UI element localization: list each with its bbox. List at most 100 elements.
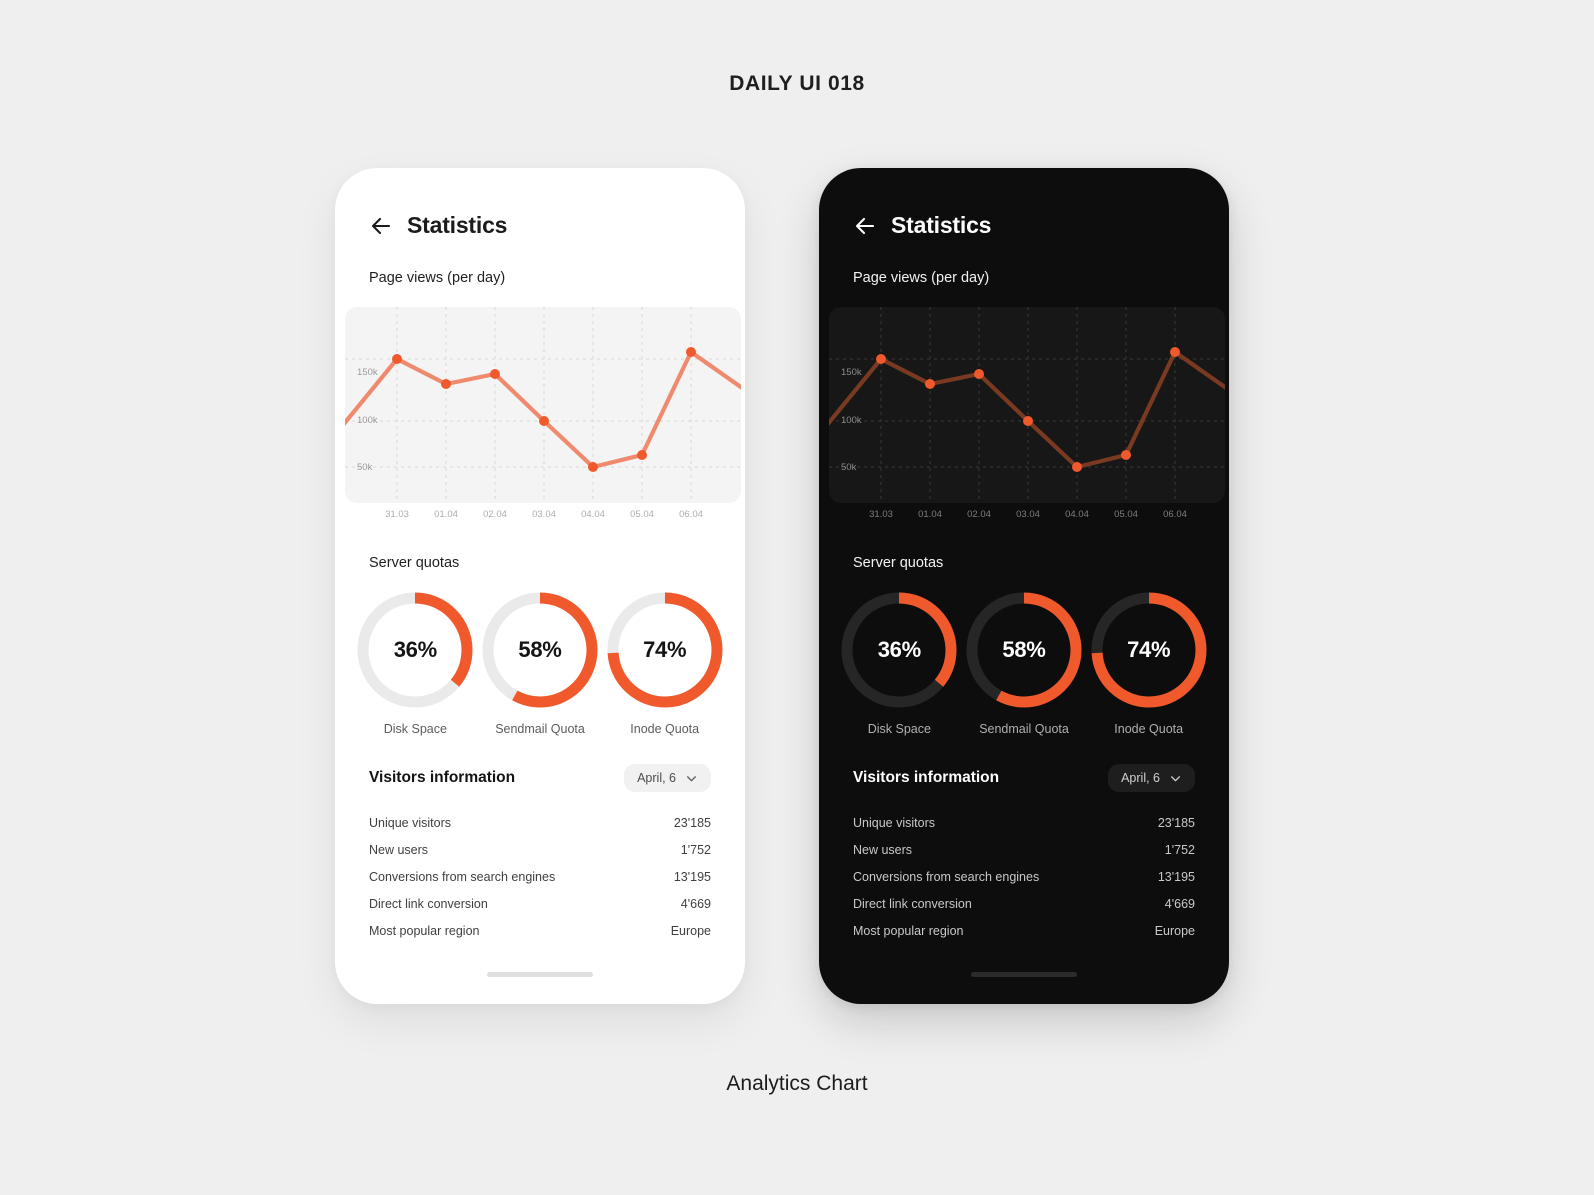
phone-dark-theme: Statistics Page views (per day) 150k 100… bbox=[819, 168, 1229, 1004]
chart-line bbox=[345, 349, 741, 470]
home-indicator[interactable] bbox=[971, 972, 1077, 977]
x-tick-label: 02.04 bbox=[967, 509, 991, 520]
arrow-left-icon[interactable] bbox=[853, 214, 877, 238]
pageviews-chart: 150k 100k 50k 31.03 01.04 02.04 03.04 04… bbox=[335, 307, 745, 531]
server-quotas-group: 36% Disk Space 58% Sendmail Quota 74% In… bbox=[819, 589, 1229, 736]
donut-chart: 58% bbox=[963, 589, 1085, 711]
row-value: 13'195 bbox=[673, 869, 711, 884]
server-quotas-group: 36% Disk Space 58% Sendmail Quota 74% In… bbox=[335, 589, 745, 736]
quota-inode: 74% Inode Quota bbox=[1086, 589, 1211, 736]
visitors-title: Visitors information bbox=[853, 769, 1000, 786]
table-row: Most popular region Europe bbox=[853, 917, 1195, 944]
visitors-title: Visitors information bbox=[369, 769, 516, 786]
row-value: 23'185 bbox=[673, 815, 711, 830]
row-key: Most popular region bbox=[369, 923, 480, 938]
chart-line bbox=[829, 349, 1225, 470]
x-tick-label: 03.04 bbox=[532, 509, 556, 520]
chart-svg bbox=[345, 307, 741, 503]
row-key: Conversions from search engines bbox=[369, 869, 556, 884]
x-tick-label: 31.03 bbox=[869, 509, 893, 520]
y-tick-label: 100k bbox=[357, 415, 378, 426]
x-tick-label: 03.04 bbox=[1016, 509, 1040, 520]
row-value: Europe bbox=[670, 923, 711, 938]
row-key: Conversions from search engines bbox=[853, 869, 1040, 884]
quota-label: Sendmail Quota bbox=[979, 722, 1069, 736]
date-filter-label: April, 6 bbox=[637, 771, 676, 785]
x-tick-label: 04.04 bbox=[581, 509, 605, 520]
quota-label: Sendmail Quota bbox=[495, 722, 585, 736]
donut-chart: 58% bbox=[479, 589, 601, 711]
chart-svg bbox=[829, 307, 1225, 503]
x-tick-label: 02.04 bbox=[483, 509, 507, 520]
chart-gridlines bbox=[829, 307, 1225, 503]
donut-chart: 74% bbox=[1088, 589, 1210, 711]
quotas-section-label: Server quotas bbox=[853, 555, 944, 571]
quota-percent: 58% bbox=[518, 637, 562, 662]
quota-percent: 36% bbox=[877, 637, 921, 662]
row-key: Unique visitors bbox=[853, 815, 935, 830]
row-value: 4'669 bbox=[1164, 896, 1195, 911]
x-tick-label: 01.04 bbox=[918, 509, 942, 520]
table-row: Unique visitors 23'185 bbox=[369, 809, 711, 836]
row-value: Europe bbox=[1154, 923, 1195, 938]
donut-chart: 74% bbox=[604, 589, 726, 711]
quota-percent: 74% bbox=[643, 637, 687, 662]
y-tick-label: 150k bbox=[841, 367, 862, 378]
y-tick-label: 50k bbox=[357, 462, 373, 473]
table-row: Most popular region Europe bbox=[369, 917, 711, 944]
row-value: 23'185 bbox=[1157, 815, 1195, 830]
quota-disk-space: 36% Disk Space bbox=[353, 589, 478, 736]
artboard: DAILY UI 018 Statistics Page views (per … bbox=[0, 0, 1594, 1195]
quota-sendmail: 58% Sendmail Quota bbox=[962, 589, 1087, 736]
quota-label: Disk Space bbox=[867, 722, 931, 736]
y-tick-label: 50k bbox=[841, 462, 857, 473]
row-value: 13'195 bbox=[1157, 869, 1195, 884]
visitors-table: Unique visitors 23'185 New users 1'752 C… bbox=[819, 809, 1229, 944]
page-caption: Analytics Chart bbox=[726, 1072, 868, 1095]
chevron-down-icon bbox=[1169, 772, 1182, 785]
chart-x-axis: 31.03 01.04 02.04 03.04 04.04 05.04 06.0… bbox=[829, 509, 1225, 531]
row-key: New users bbox=[369, 842, 429, 857]
chart-plot-area: 150k 100k 50k bbox=[345, 307, 741, 503]
visitors-table: Unique visitors 23'185 New users 1'752 C… bbox=[335, 809, 745, 944]
x-tick-label: 06.04 bbox=[679, 509, 703, 520]
table-row: Conversions from search engines 13'195 bbox=[853, 863, 1195, 890]
donut-chart: 36% bbox=[838, 589, 960, 711]
x-tick-label: 31.03 bbox=[385, 509, 409, 520]
phone-light-theme: Statistics Page views (per day) 150k 100… bbox=[335, 168, 745, 1004]
x-tick-label: 06.04 bbox=[1163, 509, 1187, 520]
row-key: Unique visitors bbox=[369, 815, 451, 830]
chart-gridlines bbox=[345, 307, 741, 503]
date-filter-dropdown[interactable]: April, 6 bbox=[624, 764, 711, 792]
quota-disk-space: 36% Disk Space bbox=[837, 589, 962, 736]
x-tick-label: 05.04 bbox=[1114, 509, 1138, 520]
chevron-down-icon bbox=[685, 772, 698, 785]
donut-chart: 36% bbox=[354, 589, 476, 711]
chart-plot-area: 150k 100k 50k bbox=[829, 307, 1225, 503]
quota-percent: 36% bbox=[393, 637, 437, 662]
page-title: DAILY UI 018 bbox=[729, 72, 865, 95]
page-heading: Statistics bbox=[407, 212, 508, 238]
row-key: Most popular region bbox=[853, 923, 964, 938]
chart-section-label: Page views (per day) bbox=[853, 270, 990, 286]
home-indicator[interactable] bbox=[487, 972, 593, 977]
x-tick-label: 05.04 bbox=[630, 509, 654, 520]
row-key: Direct link conversion bbox=[853, 896, 972, 911]
x-tick-label: 04.04 bbox=[1065, 509, 1089, 520]
chart-section-label: Page views (per day) bbox=[369, 270, 506, 286]
table-row: New users 1'752 bbox=[369, 836, 711, 863]
screen-header: Statistics bbox=[335, 168, 745, 239]
row-value: 1'752 bbox=[680, 842, 711, 857]
table-row: Direct link conversion 4'669 bbox=[853, 890, 1195, 917]
table-row: Conversions from search engines 13'195 bbox=[369, 863, 711, 890]
row-key: New users bbox=[853, 842, 913, 857]
date-filter-dropdown[interactable]: April, 6 bbox=[1108, 764, 1195, 792]
quota-sendmail: 58% Sendmail Quota bbox=[478, 589, 603, 736]
y-tick-label: 150k bbox=[357, 367, 378, 378]
quotas-section-label: Server quotas bbox=[369, 555, 460, 571]
arrow-left-icon[interactable] bbox=[369, 214, 393, 238]
row-value: 4'669 bbox=[680, 896, 711, 911]
row-value: 1'752 bbox=[1164, 842, 1195, 857]
y-tick-label: 100k bbox=[841, 415, 862, 426]
quota-label: Inode Quota bbox=[1114, 722, 1184, 736]
